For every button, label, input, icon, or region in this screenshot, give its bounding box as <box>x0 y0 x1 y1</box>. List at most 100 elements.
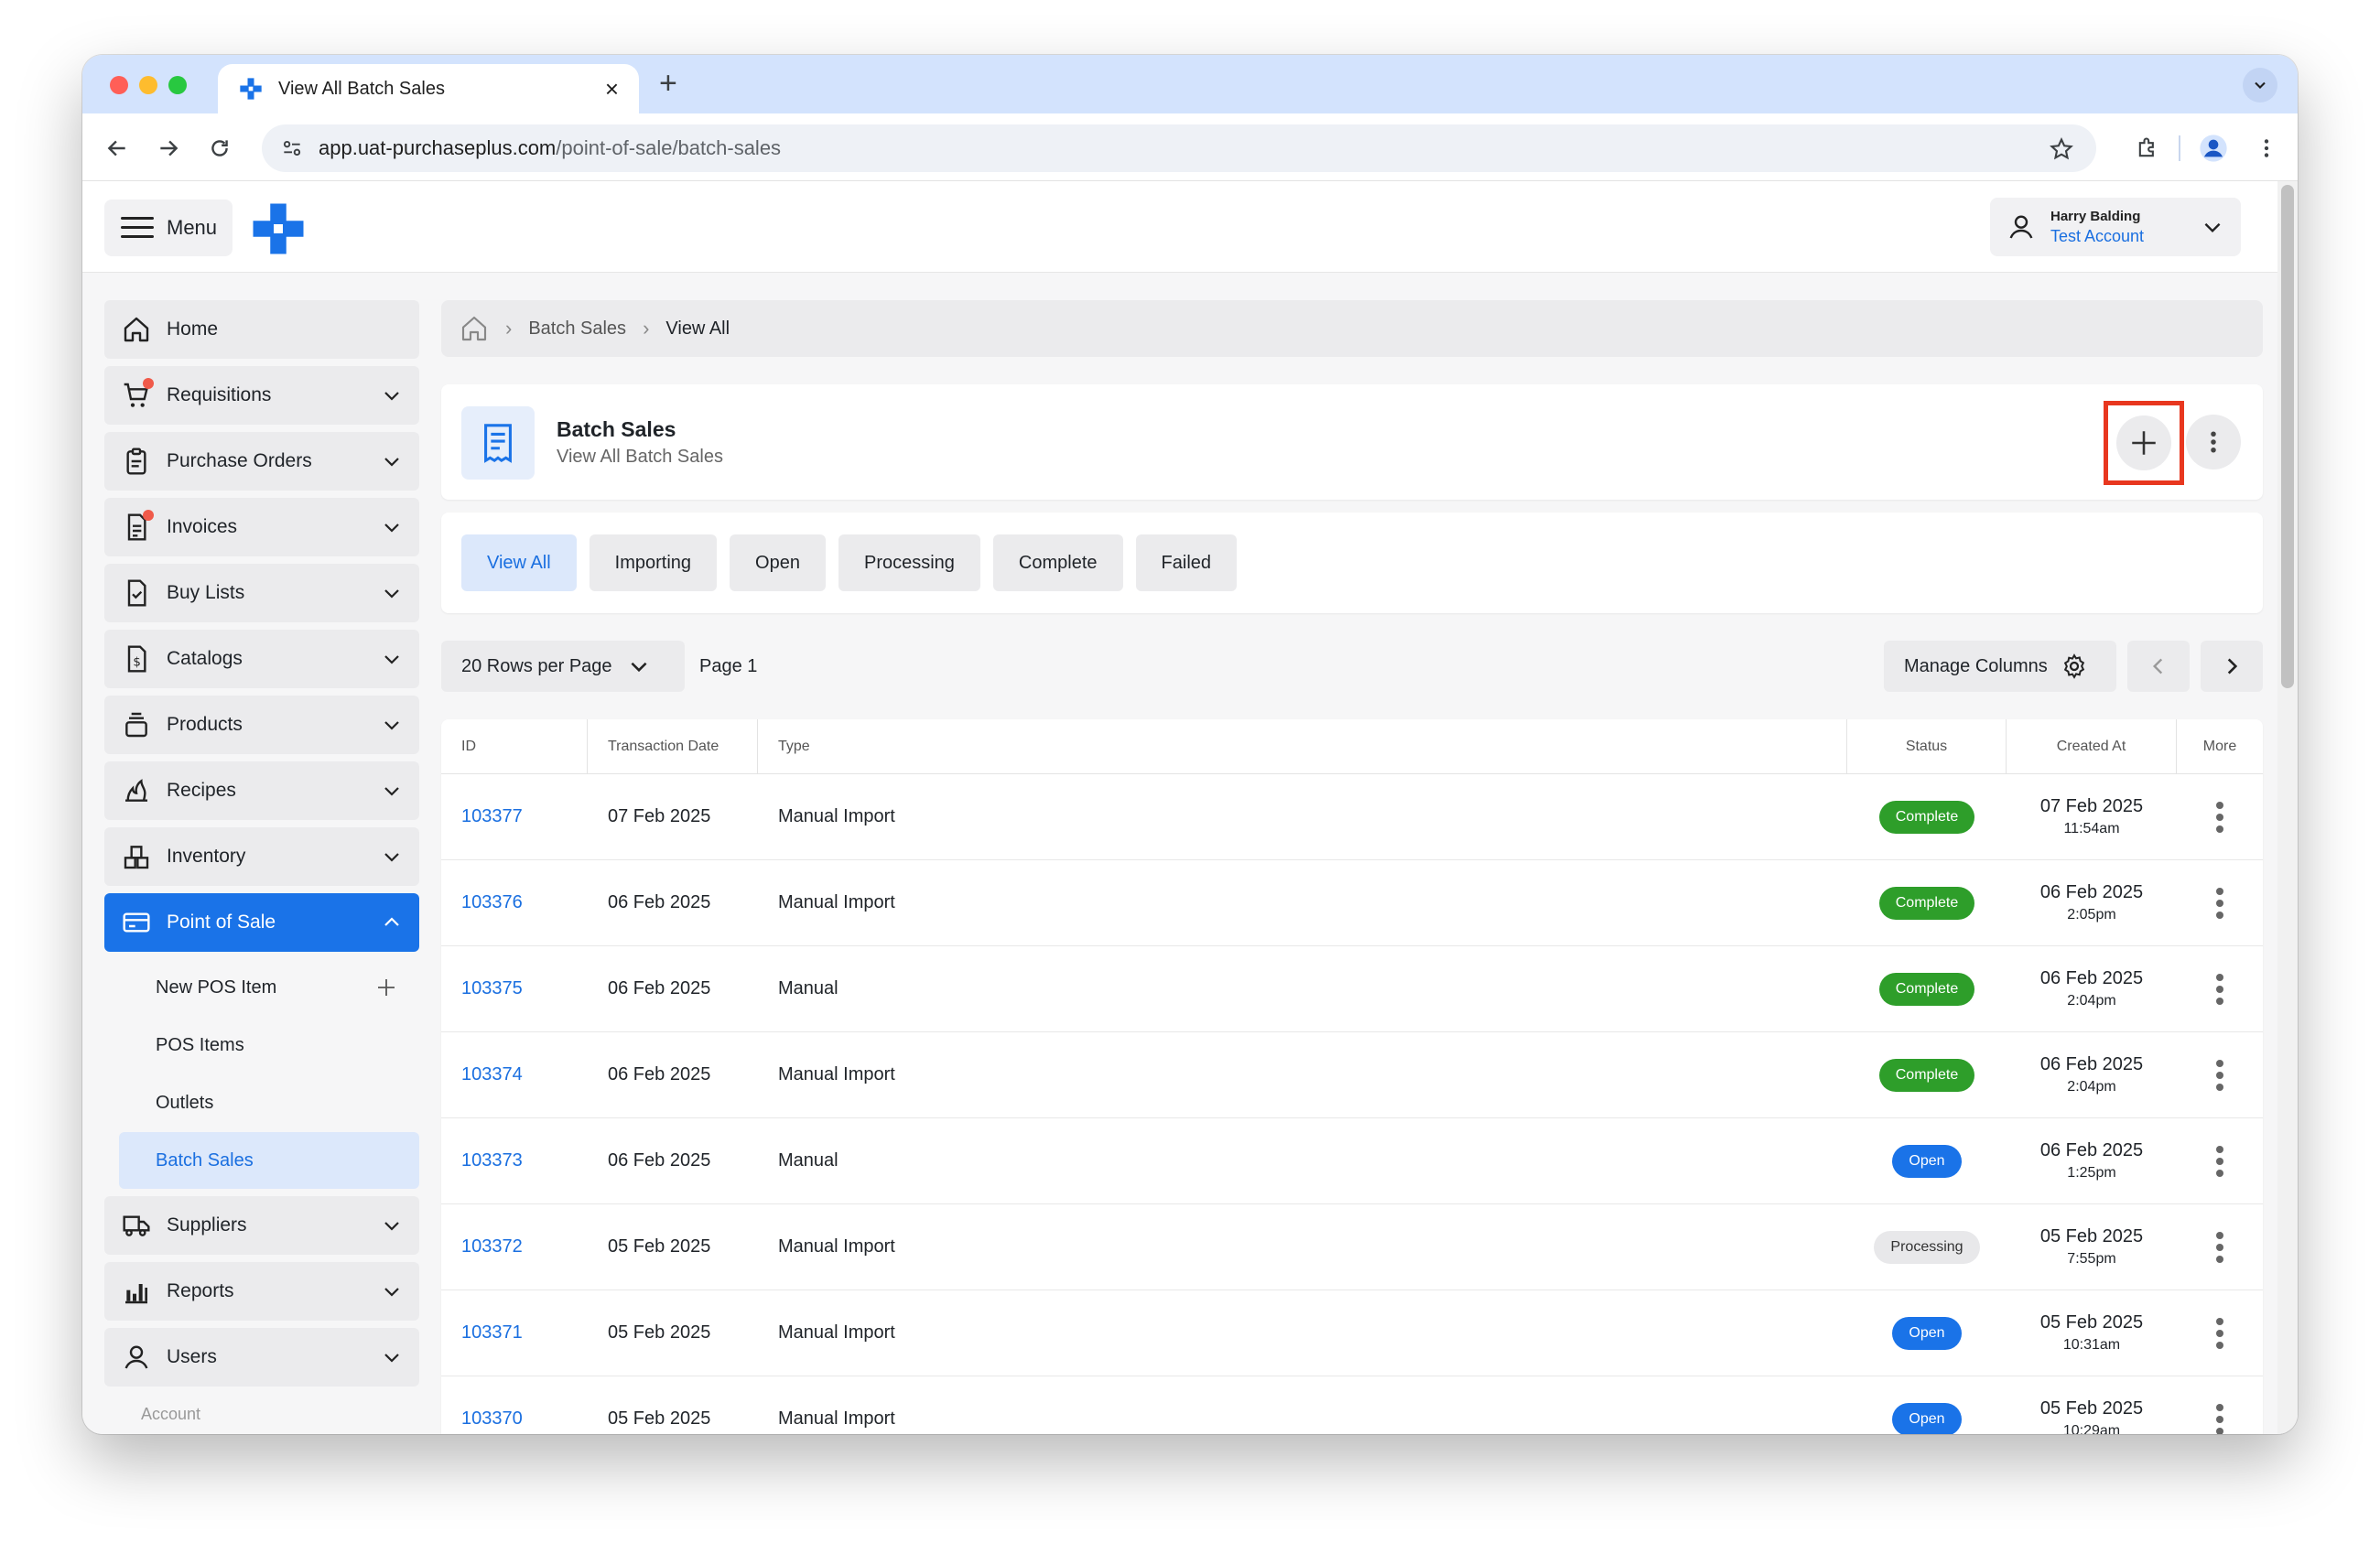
next-page-button[interactable] <box>2201 641 2263 692</box>
minimize-window-button[interactable] <box>139 76 157 94</box>
tab-search-button[interactable] <box>2243 68 2277 103</box>
sidebar-item-label: Catalogs <box>167 648 243 669</box>
maximize-window-button[interactable] <box>168 76 187 94</box>
row-id-link[interactable]: 103373 <box>441 1118 588 1203</box>
table-row[interactable]: 103372 05 Feb 2025 Manual Import Process… <box>441 1204 2263 1290</box>
row-more-button[interactable] <box>2177 1032 2263 1117</box>
sidebar-item-suppliers[interactable]: Suppliers <box>104 1196 419 1255</box>
back-button[interactable] <box>101 132 134 165</box>
stack-icon <box>125 712 147 738</box>
menu-button[interactable]: Menu <box>104 200 233 256</box>
page-header-card: Batch Sales View All Batch Sales <box>441 384 2263 500</box>
filter-processing[interactable]: Processing <box>838 534 980 591</box>
home-icon[interactable] <box>460 314 489 343</box>
sidebar-subitem-outlets[interactable]: Outlets <box>119 1074 419 1131</box>
table-body: 103377 07 Feb 2025 Manual Import Complet… <box>441 774 2263 1434</box>
sidebar-item-point-of-sale[interactable]: Point of Sale <box>104 893 419 952</box>
row-more-button[interactable] <box>2177 1118 2263 1203</box>
filter-failed[interactable]: Failed <box>1135 534 1238 591</box>
row-id-link[interactable]: 103375 <box>441 946 588 1031</box>
manage-columns-button[interactable]: Manage Columns <box>1884 641 2116 692</box>
filter-open[interactable]: Open <box>730 534 826 591</box>
sidebar-item-invoices[interactable]: Invoices <box>104 498 419 556</box>
add-batch-sale-button[interactable] <box>2116 415 2171 470</box>
table-row[interactable]: 103377 07 Feb 2025 Manual Import Complet… <box>441 774 2263 860</box>
table-row[interactable]: 103375 06 Feb 2025 Manual Complete 06 Fe… <box>441 946 2263 1032</box>
created-time: 1:25pm <box>2067 1165 2116 1181</box>
sidebar-item-catalogs[interactable]: $ Catalogs <box>104 630 419 688</box>
previous-page-button[interactable] <box>2127 641 2190 692</box>
tab-close-icon[interactable]: × <box>605 77 619 101</box>
row-id-link[interactable]: 103377 <box>441 774 588 859</box>
row-id-link[interactable]: 103372 <box>441 1204 588 1289</box>
row-more-button[interactable] <box>2177 1376 2263 1434</box>
row-more-button[interactable] <box>2177 1204 2263 1289</box>
browser-toolbar: app.uat-purchaseplus.com/point-of-sale/b… <box>82 113 2298 181</box>
sidebar-item-inventory[interactable]: Inventory <box>104 827 419 886</box>
reload-button[interactable] <box>203 132 236 165</box>
filter-view-all[interactable]: View All <box>461 534 577 591</box>
sidebar-item-products[interactable]: Products <box>104 696 419 754</box>
column-header-created-at[interactable]: Created At <box>2007 719 2177 773</box>
column-header-id[interactable]: ID <box>441 719 588 773</box>
sidebar-item-users[interactable]: Users <box>104 1328 419 1387</box>
row-more-button[interactable] <box>2177 1290 2263 1376</box>
sidebar-subitem-label: New POS Item <box>156 977 277 998</box>
browser-tab-active[interactable]: View All Batch Sales × <box>218 64 639 113</box>
new-tab-button[interactable]: + <box>659 68 677 99</box>
toolbar-divider <box>2179 135 2180 161</box>
filter-importing[interactable]: Importing <box>589 534 718 591</box>
chevron-down-icon <box>384 392 399 401</box>
chevron-down-icon <box>384 458 399 467</box>
sidebar-item-reports[interactable]: Reports <box>104 1262 419 1321</box>
extensions-button[interactable] <box>2131 132 2164 165</box>
page-scrollbar[interactable] <box>2277 181 2298 1434</box>
column-header-more: More <box>2202 738 2237 754</box>
table-row[interactable]: 103373 06 Feb 2025 Manual Open 06 Feb 20… <box>441 1118 2263 1204</box>
address-bar[interactable]: app.uat-purchaseplus.com/point-of-sale/b… <box>262 124 2096 172</box>
sidebar-item-buy-lists[interactable]: Buy Lists <box>104 564 419 622</box>
forward-button[interactable] <box>152 132 185 165</box>
rows-per-page-select[interactable]: 20 Rows per Page <box>441 641 685 692</box>
row-type: Manual Import <box>778 892 895 912</box>
row-more-button[interactable] <box>2177 946 2263 1031</box>
plus-icon[interactable] <box>375 977 397 998</box>
row-more-button[interactable] <box>2177 774 2263 859</box>
table-row[interactable]: 103374 06 Feb 2025 Manual Import Complet… <box>441 1032 2263 1118</box>
chrome-menu-button[interactable] <box>2250 132 2283 165</box>
header-more-button[interactable] <box>2186 415 2241 469</box>
created-date: 07 Feb 2025 <box>2039 796 2144 816</box>
table-row[interactable]: 103370 05 Feb 2025 Manual Import Open 05… <box>441 1376 2263 1434</box>
table-row[interactable]: 103371 05 Feb 2025 Manual Import Open 05… <box>441 1290 2263 1376</box>
sidebar-subitem-batch-sales[interactable]: Batch Sales <box>119 1132 419 1189</box>
row-more-button[interactable] <box>2177 860 2263 945</box>
row-transaction-date: 05 Feb 2025 <box>608 1322 711 1343</box>
sidebar-subitem-new-pos-item[interactable]: New POS Item <box>119 959 419 1016</box>
row-id-link[interactable]: 103371 <box>441 1290 588 1376</box>
bookmark-star-icon[interactable] <box>2049 136 2074 162</box>
sidebar-item-label: Home <box>167 318 219 340</box>
sidebar-item-purchase-orders[interactable]: Purchase Orders <box>104 432 419 491</box>
row-id-link[interactable]: 103376 <box>441 860 588 945</box>
sidebar-item-requisitions[interactable]: Requisitions <box>104 366 419 425</box>
sidebar-item-home[interactable]: Home <box>104 300 419 359</box>
row-id-link[interactable]: 103370 <box>441 1376 588 1434</box>
breadcrumb-batch-sales[interactable]: Batch Sales <box>528 318 626 340</box>
column-header-transaction-date[interactable]: Transaction Date <box>588 719 758 773</box>
status-badge: Complete <box>1878 800 1975 834</box>
scrollbar-thumb[interactable] <box>2281 185 2294 688</box>
row-id-link[interactable]: 103374 <box>441 1032 588 1117</box>
filter-complete[interactable]: Complete <box>992 534 1123 591</box>
user-menu[interactable]: Harry Balding Test Account <box>1990 198 2241 256</box>
app-header: Menu Harry Balding Test Account <box>82 181 2277 273</box>
sidebar-item-recipes[interactable]: Recipes <box>104 761 419 820</box>
purchaseplus-logo-icon[interactable] <box>251 201 306 256</box>
close-window-button[interactable] <box>110 76 128 94</box>
sidebar-subitem-pos-items[interactable]: POS Items <box>119 1017 419 1074</box>
site-settings-icon[interactable] <box>280 136 304 160</box>
column-header-type[interactable]: Type <box>758 719 1847 773</box>
profile-button[interactable] <box>2197 132 2230 165</box>
column-header-status[interactable]: Status <box>1847 719 2007 773</box>
chevron-left-icon <box>2152 658 2163 674</box>
table-row[interactable]: 103376 06 Feb 2025 Manual Import Complet… <box>441 860 2263 946</box>
